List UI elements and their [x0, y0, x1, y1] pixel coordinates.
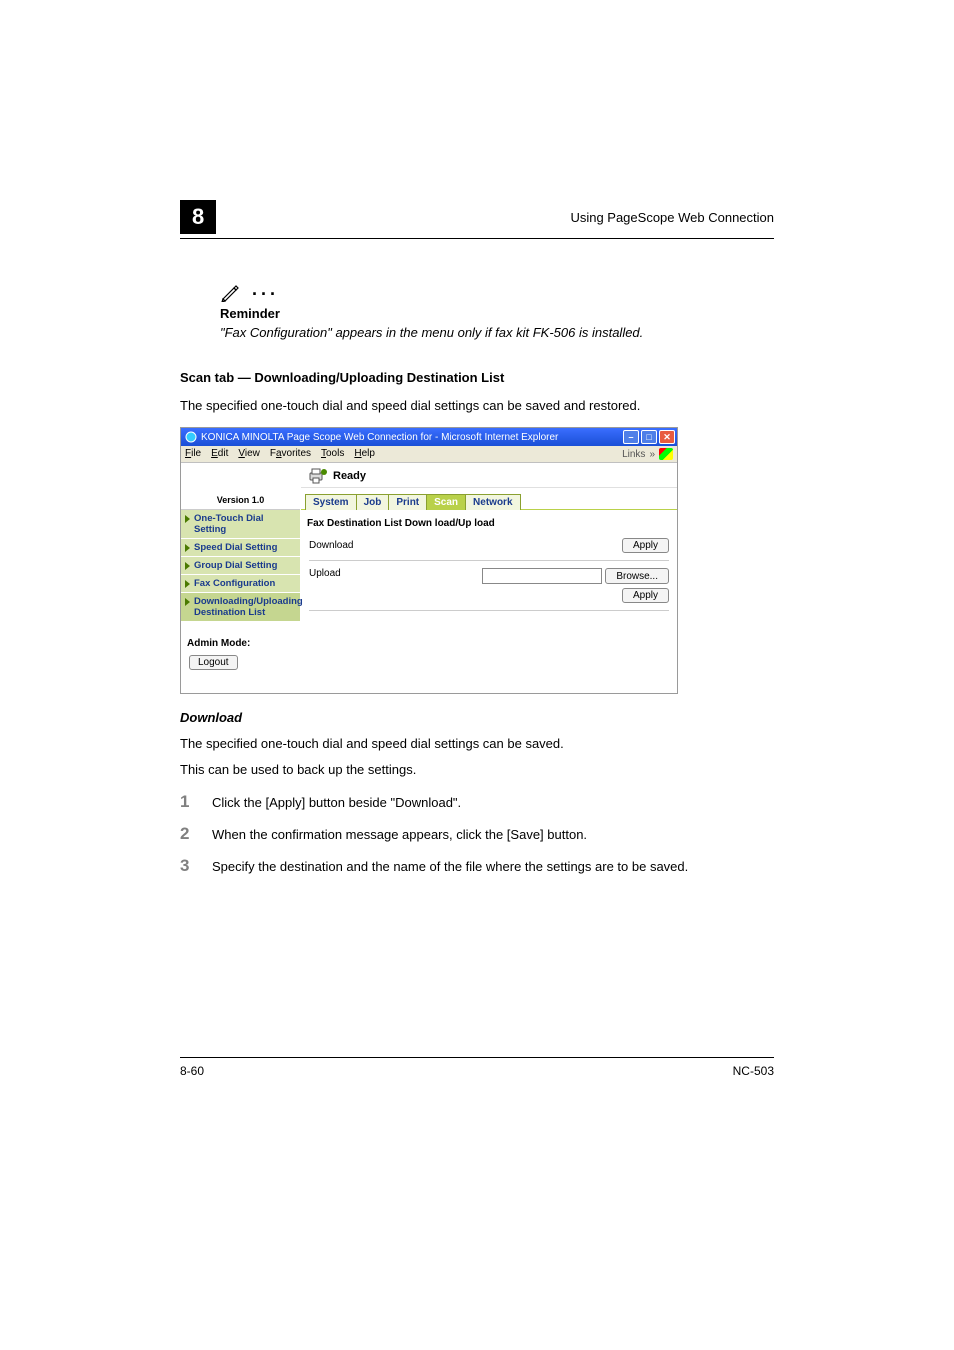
upload-path-input[interactable] [482, 568, 602, 584]
divider [309, 610, 669, 611]
window-title: KONICA MINOLTA Page Scope Web Connection… [201, 432, 619, 443]
step-1: 1 Click the [Apply] button beside "Downl… [180, 792, 774, 812]
windows-flag-icon [659, 448, 673, 460]
links-chevron-icon: » [649, 449, 655, 460]
menu-view[interactable]: View [238, 448, 260, 460]
browse-button[interactable]: Browse... [605, 568, 669, 584]
reminder-title: Reminder [220, 306, 774, 321]
tab-system[interactable]: System [305, 494, 357, 510]
ellipsis-icon: ... [252, 279, 279, 302]
step-number: 1 [180, 792, 212, 812]
download-heading: Download [180, 710, 774, 725]
logout-button[interactable]: Logout [189, 655, 238, 670]
maximize-button[interactable]: □ [641, 430, 657, 444]
header-section-text: Using PageScope Web Connection [570, 210, 774, 225]
minimize-button[interactable]: – [623, 430, 639, 444]
version-label: Version 1.0 [181, 491, 300, 510]
step-number: 2 [180, 824, 212, 844]
step-text: Specify the destination and the name of … [212, 856, 688, 876]
sidebar-item-groupdial[interactable]: Group Dial Setting [181, 557, 300, 575]
footer-right: NC-503 [733, 1064, 774, 1078]
tab-network[interactable]: Network [465, 494, 520, 510]
menu-help[interactable]: Help [354, 448, 375, 460]
ie-titlebar: KONICA MINOLTA Page Scope Web Connection… [181, 428, 677, 446]
status-text: Ready [333, 470, 366, 482]
main-panel: Ready System Job Print Scan Network Fax … [301, 463, 677, 693]
panel-title: Fax Destination List Down load/Up load [301, 510, 677, 535]
upload-label: Upload [309, 568, 419, 579]
chapter-badge: 8 [180, 200, 216, 234]
step-number: 3 [180, 856, 212, 876]
admin-mode-label: Admin Mode: [181, 630, 300, 653]
sidebar: Version 1.0 One-Touch Dial Setting Speed… [181, 463, 301, 693]
download-p2: This can be used to back up the settings… [180, 761, 774, 779]
upload-row: Upload Browse... Apply [301, 565, 677, 606]
sidebar-item-download-upload[interactable]: Downloading/Uploading Destination List [181, 593, 300, 622]
page-footer: 8-60 NC-503 [180, 1057, 774, 1078]
sidebar-item-faxconfig[interactable]: Fax Configuration [181, 575, 300, 593]
download-p1: The specified one-touch dial and speed d… [180, 735, 774, 753]
tabs: System Job Print Scan Network [301, 488, 677, 510]
reminder-text: "Fax Configuration" appears in the menu … [220, 325, 774, 340]
pen-icon [220, 282, 240, 302]
sidebar-item-onetouch[interactable]: One-Touch Dial Setting [181, 510, 300, 539]
section-title: Scan tab — Downloading/Uploading Destina… [180, 370, 774, 385]
menu-tools[interactable]: Tools [321, 448, 344, 460]
menu-favorites[interactable]: Favorites [270, 448, 311, 460]
footer-left: 8-60 [180, 1064, 204, 1078]
upload-apply-button[interactable]: Apply [622, 588, 669, 603]
step-text: Click the [Apply] button beside "Downloa… [212, 792, 461, 812]
ie-logo-icon [185, 431, 197, 443]
menu-edit[interactable]: Edit [211, 448, 228, 460]
ie-window: KONICA MINOLTA Page Scope Web Connection… [180, 427, 678, 694]
intro-text: The specified one-touch dial and speed d… [180, 397, 774, 415]
tab-job[interactable]: Job [356, 494, 390, 510]
menu-file[interactable]: File [185, 448, 201, 460]
step-2: 2 When the confirmation message appears,… [180, 824, 774, 844]
tab-scan[interactable]: Scan [426, 494, 466, 510]
links-label[interactable]: Links [622, 449, 645, 460]
close-button[interactable]: ✕ [659, 430, 675, 444]
sidebar-item-speeddial[interactable]: Speed Dial Setting [181, 539, 300, 557]
reminder-block: ... Reminder "Fax Configuration" appears… [220, 279, 774, 340]
page-header: 8 Using PageScope Web Connection [180, 200, 774, 239]
download-apply-button[interactable]: Apply [622, 538, 669, 553]
ie-menubar: File Edit View Favorites Tools Help Link… [181, 446, 677, 463]
step-3: 3 Specify the destination and the name o… [180, 856, 774, 876]
download-label: Download [309, 540, 419, 551]
tab-print[interactable]: Print [388, 494, 427, 510]
divider [309, 560, 669, 561]
step-text: When the confirmation message appears, c… [212, 824, 587, 844]
printer-status-icon [307, 467, 327, 485]
download-row: Download Apply [301, 535, 677, 556]
